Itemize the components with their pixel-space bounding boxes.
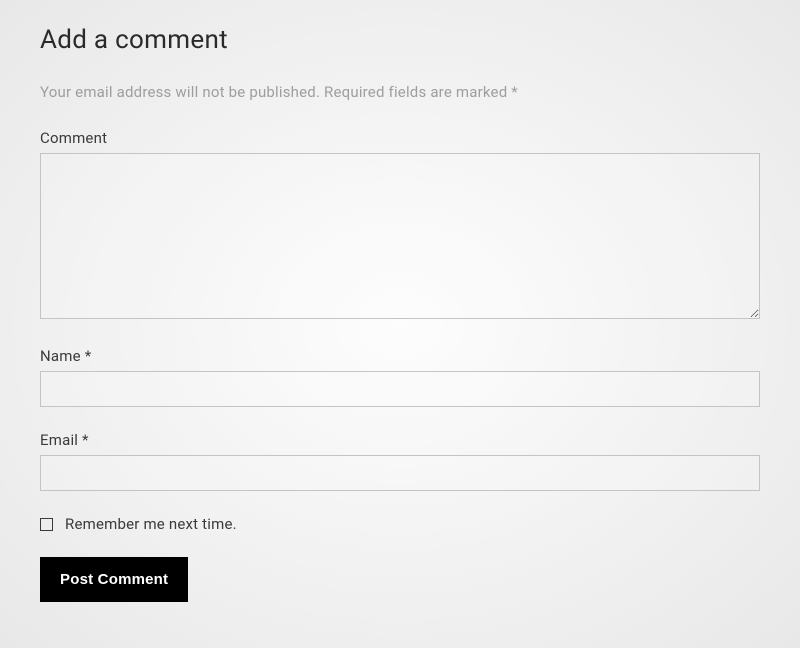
remember-checkbox-row[interactable]: Remember me next time.: [40, 515, 760, 533]
checkbox-icon[interactable]: [40, 518, 53, 531]
remember-label[interactable]: Remember me next time.: [65, 515, 237, 533]
post-comment-button[interactable]: Post Comment: [40, 557, 188, 602]
name-input[interactable]: [40, 371, 760, 407]
name-label: Name *: [40, 347, 760, 365]
email-field-group: Email *: [40, 431, 760, 491]
comment-textarea[interactable]: [40, 153, 760, 319]
form-title: Add a comment: [40, 25, 760, 55]
name-field-group: Name *: [40, 347, 760, 407]
comment-label: Comment: [40, 129, 760, 147]
comment-field-group: Comment: [40, 129, 760, 323]
email-label: Email *: [40, 431, 760, 449]
email-input[interactable]: [40, 455, 760, 491]
form-notice: Your email address will not be published…: [40, 83, 760, 101]
